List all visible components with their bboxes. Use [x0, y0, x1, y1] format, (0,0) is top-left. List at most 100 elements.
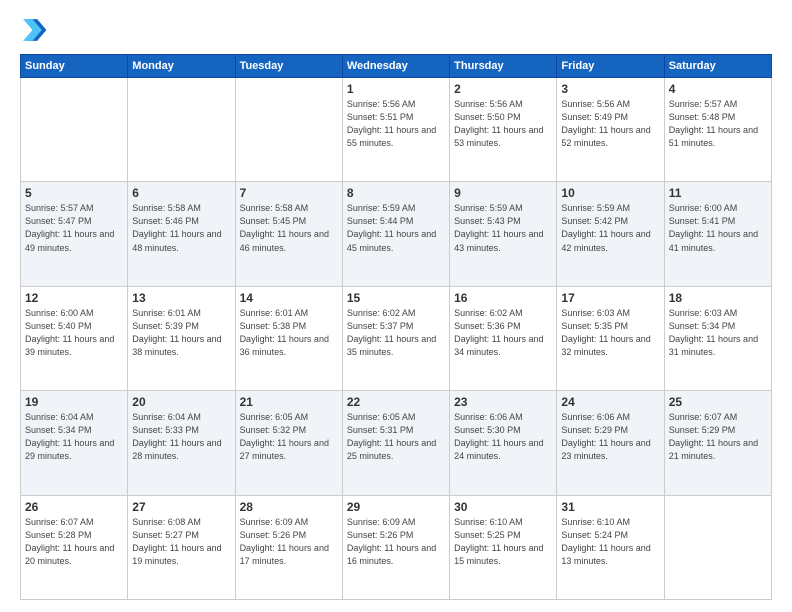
day-info: Sunrise: 6:10 AM Sunset: 5:24 PM Dayligh… [561, 516, 659, 568]
logo-icon [20, 16, 48, 44]
day-info: Sunrise: 6:07 AM Sunset: 5:28 PM Dayligh… [25, 516, 123, 568]
calendar-cell: 16 Sunrise: 6:02 AM Sunset: 5:36 PM Dayli… [450, 286, 557, 390]
day-number: 25 [669, 395, 767, 409]
day-number: 6 [132, 186, 230, 200]
calendar-cell: 17Sunrise: 6:03 AM Sunset: 5:35 PM Dayli… [557, 286, 664, 390]
calendar-week-0: 1 Sunrise: 5:56 AM Sunset: 5:51 PM Daylig… [21, 78, 772, 182]
calendar-cell: 21 Sunrise: 6:05 AM Sunset: 5:32 PM Dayli… [235, 391, 342, 495]
calendar-cell [664, 495, 771, 599]
calendar-header-monday: Monday [128, 55, 235, 78]
day-info: Sunrise: 5:56 AM Sunset: 5:49 PM Dayligh… [561, 98, 659, 150]
day-number: 28 [240, 500, 338, 514]
day-number: 2 [454, 82, 552, 96]
day-number: 23 [454, 395, 552, 409]
calendar-header-friday: Friday [557, 55, 664, 78]
day-info: Sunrise: 6:08 AM Sunset: 5:27 PM Dayligh… [132, 516, 230, 568]
calendar-cell: 23Sunrise: 6:06 AM Sunset: 5:30 PM Dayli… [450, 391, 557, 495]
calendar-cell: 31 Sunrise: 6:10 AM Sunset: 5:24 PM Dayli… [557, 495, 664, 599]
calendar-cell: 9 Sunrise: 5:59 AM Sunset: 5:43 PM Daylig… [450, 182, 557, 286]
calendar-week-2: 12 Sunrise: 6:00 AM Sunset: 5:40 PM Dayli… [21, 286, 772, 390]
day-number: 22 [347, 395, 445, 409]
calendar-cell: 30 Sunrise: 6:10 AM Sunset: 5:25 PM Dayli… [450, 495, 557, 599]
calendar-cell: 14Sunrise: 6:01 AM Sunset: 5:38 PM Dayli… [235, 286, 342, 390]
day-info: Sunrise: 5:56 AM Sunset: 5:51 PM Dayligh… [347, 98, 445, 150]
day-info: Sunrise: 6:02 AM Sunset: 5:37 PM Dayligh… [347, 307, 445, 359]
day-number: 18 [669, 291, 767, 305]
day-number: 8 [347, 186, 445, 200]
calendar-cell: 26Sunrise: 6:07 AM Sunset: 5:28 PM Dayli… [21, 495, 128, 599]
day-info: Sunrise: 6:09 AM Sunset: 5:26 PM Dayligh… [240, 516, 338, 568]
calendar-cell: 27 Sunrise: 6:08 AM Sunset: 5:27 PM Dayli… [128, 495, 235, 599]
calendar-cell: 19Sunrise: 6:04 AM Sunset: 5:34 PM Dayli… [21, 391, 128, 495]
calendar-cell: 8 Sunrise: 5:59 AM Sunset: 5:44 PM Daylig… [342, 182, 449, 286]
day-number: 27 [132, 500, 230, 514]
day-info: Sunrise: 5:59 AM Sunset: 5:44 PM Dayligh… [347, 202, 445, 254]
day-number: 7 [240, 186, 338, 200]
day-info: Sunrise: 6:07 AM Sunset: 5:29 PM Dayligh… [669, 411, 767, 463]
day-info: Sunrise: 5:59 AM Sunset: 5:43 PM Dayligh… [454, 202, 552, 254]
day-number: 10 [561, 186, 659, 200]
calendar-cell: 15 Sunrise: 6:02 AM Sunset: 5:37 PM Dayli… [342, 286, 449, 390]
calendar-cell: 7 Sunrise: 5:58 AM Sunset: 5:45 PM Daylig… [235, 182, 342, 286]
calendar-week-3: 19Sunrise: 6:04 AM Sunset: 5:34 PM Dayli… [21, 391, 772, 495]
calendar-cell: 12 Sunrise: 6:00 AM Sunset: 5:40 PM Dayli… [21, 286, 128, 390]
day-info: Sunrise: 6:04 AM Sunset: 5:33 PM Dayligh… [132, 411, 230, 463]
day-info: Sunrise: 5:59 AM Sunset: 5:42 PM Dayligh… [561, 202, 659, 254]
calendar-cell: 25 Sunrise: 6:07 AM Sunset: 5:29 PM Dayli… [664, 391, 771, 495]
day-number: 20 [132, 395, 230, 409]
calendar-week-4: 26Sunrise: 6:07 AM Sunset: 5:28 PM Dayli… [21, 495, 772, 599]
day-info: Sunrise: 6:10 AM Sunset: 5:25 PM Dayligh… [454, 516, 552, 568]
day-info: Sunrise: 6:09 AM Sunset: 5:26 PM Dayligh… [347, 516, 445, 568]
day-number: 9 [454, 186, 552, 200]
day-info: Sunrise: 6:03 AM Sunset: 5:34 PM Dayligh… [669, 307, 767, 359]
calendar-table: SundayMondayTuesdayWednesdayThursdayFrid… [20, 54, 772, 600]
day-number: 12 [25, 291, 123, 305]
day-info: Sunrise: 6:05 AM Sunset: 5:32 PM Dayligh… [240, 411, 338, 463]
day-number: 3 [561, 82, 659, 96]
day-number: 30 [454, 500, 552, 514]
day-number: 21 [240, 395, 338, 409]
day-info: Sunrise: 6:00 AM Sunset: 5:40 PM Dayligh… [25, 307, 123, 359]
calendar-cell [21, 78, 128, 182]
day-info: Sunrise: 5:58 AM Sunset: 5:45 PM Dayligh… [240, 202, 338, 254]
day-info: Sunrise: 6:06 AM Sunset: 5:29 PM Dayligh… [561, 411, 659, 463]
day-number: 17 [561, 291, 659, 305]
day-info: Sunrise: 6:02 AM Sunset: 5:36 PM Dayligh… [454, 307, 552, 359]
day-info: Sunrise: 6:04 AM Sunset: 5:34 PM Dayligh… [25, 411, 123, 463]
day-info: Sunrise: 6:00 AM Sunset: 5:41 PM Dayligh… [669, 202, 767, 254]
day-number: 5 [25, 186, 123, 200]
day-number: 16 [454, 291, 552, 305]
calendar-cell: 13 Sunrise: 6:01 AM Sunset: 5:39 PM Dayli… [128, 286, 235, 390]
calendar-header-thursday: Thursday [450, 55, 557, 78]
calendar-cell: 1 Sunrise: 5:56 AM Sunset: 5:51 PM Daylig… [342, 78, 449, 182]
day-info: Sunrise: 6:01 AM Sunset: 5:38 PM Dayligh… [240, 307, 338, 359]
day-number: 15 [347, 291, 445, 305]
calendar-cell: 28 Sunrise: 6:09 AM Sunset: 5:26 PM Dayli… [235, 495, 342, 599]
day-number: 1 [347, 82, 445, 96]
calendar-cell: 6Sunrise: 5:58 AM Sunset: 5:46 PM Daylig… [128, 182, 235, 286]
day-number: 13 [132, 291, 230, 305]
calendar-header-saturday: Saturday [664, 55, 771, 78]
day-info: Sunrise: 6:05 AM Sunset: 5:31 PM Dayligh… [347, 411, 445, 463]
calendar-cell: 29 Sunrise: 6:09 AM Sunset: 5:26 PM Dayli… [342, 495, 449, 599]
day-info: Sunrise: 6:01 AM Sunset: 5:39 PM Dayligh… [132, 307, 230, 359]
calendar-cell: 10 Sunrise: 5:59 AM Sunset: 5:42 PM Dayli… [557, 182, 664, 286]
page: SundayMondayTuesdayWednesdayThursdayFrid… [0, 0, 792, 612]
day-number: 4 [669, 82, 767, 96]
calendar-cell [128, 78, 235, 182]
day-number: 31 [561, 500, 659, 514]
day-number: 29 [347, 500, 445, 514]
logo [20, 16, 52, 44]
calendar-cell: 18 Sunrise: 6:03 AM Sunset: 5:34 PM Dayli… [664, 286, 771, 390]
header [20, 16, 772, 44]
calendar-cell: 2Sunrise: 5:56 AM Sunset: 5:50 PM Daylig… [450, 78, 557, 182]
calendar-header-tuesday: Tuesday [235, 55, 342, 78]
calendar-cell [235, 78, 342, 182]
calendar-header-wednesday: Wednesday [342, 55, 449, 78]
day-number: 11 [669, 186, 767, 200]
calendar-cell: 24Sunrise: 6:06 AM Sunset: 5:29 PM Dayli… [557, 391, 664, 495]
calendar-week-1: 5Sunrise: 5:57 AM Sunset: 5:47 PM Daylig… [21, 182, 772, 286]
calendar-cell: 5Sunrise: 5:57 AM Sunset: 5:47 PM Daylig… [21, 182, 128, 286]
calendar-header-row: SundayMondayTuesdayWednesdayThursdayFrid… [21, 55, 772, 78]
calendar-cell: 3 Sunrise: 5:56 AM Sunset: 5:49 PM Daylig… [557, 78, 664, 182]
